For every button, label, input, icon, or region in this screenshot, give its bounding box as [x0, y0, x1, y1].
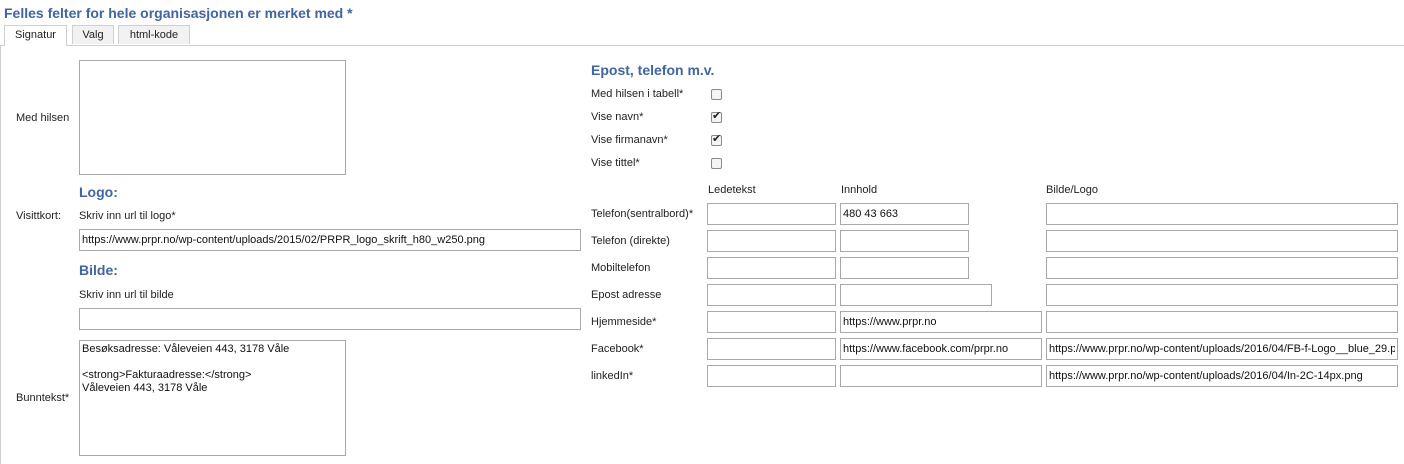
bilde-url-input[interactable] — [79, 308, 581, 330]
column-header-bilde-logo: Bilde/Logo — [1046, 184, 1098, 196]
bilde-heading: Bilde: — [79, 262, 118, 278]
page-title: Felles felter for hele organisasjonen er… — [4, 5, 353, 21]
checkmark-icon: ✔ — [712, 110, 722, 122]
hjemmeside-innhold-input[interactable] — [840, 311, 1042, 333]
hjemmeside-bilde-input[interactable] — [1046, 311, 1398, 333]
bilde-url-label: Skriv inn url til bilde — [79, 289, 174, 301]
telefon-sentralbord-ledetekst-input[interactable] — [707, 203, 836, 225]
med-hilsen-textarea[interactable] — [79, 60, 346, 175]
vise-firmanavn-checkbox[interactable]: ✔ — [711, 133, 722, 146]
mobiltelefon-innhold-input[interactable] — [840, 257, 969, 279]
row-label-linkedin: linkedIn* — [591, 370, 634, 382]
tab-html-kode[interactable]: html-kode — [118, 25, 190, 44]
linkedin-ledetekst-input[interactable] — [707, 365, 836, 387]
panel-border — [0, 45, 1, 464]
row-label-hjemmeside: Hjemmeside* — [591, 316, 657, 328]
row-label-epost-adresse: Epost adresse — [591, 289, 662, 301]
facebook-bilde-input[interactable] — [1046, 338, 1398, 360]
telefon-sentralbord-innhold-input[interactable] — [840, 203, 969, 225]
epost-telefon-heading: Epost, telefon m.v. — [591, 62, 715, 78]
visittkort-label: Visittkort: — [16, 210, 62, 222]
row-label-mobiltelefon: Mobiltelefon — [591, 262, 651, 274]
checkbox-label-med-hilsen-tabell: Med hilsen i tabell* — [591, 88, 684, 100]
mobiltelefon-ledetekst-input[interactable] — [707, 257, 836, 279]
linkedin-bilde-input[interactable] — [1046, 365, 1398, 387]
telefon-direkte-innhold-input[interactable] — [840, 230, 969, 252]
bunntekst-textarea[interactable]: Besøksadresse: Våleveien 443, 3178 Våle … — [79, 340, 346, 456]
tab-bar: Signatur Valg html-kode — [0, 25, 1404, 46]
checkmark-icon: ✔ — [712, 133, 722, 145]
checkbox-label-vise-navn: Vise navn* — [591, 111, 644, 123]
mobiltelefon-bilde-input[interactable] — [1046, 257, 1398, 279]
vise-navn-checkbox[interactable]: ✔ — [711, 110, 722, 123]
facebook-innhold-input[interactable] — [840, 338, 1042, 360]
column-header-ledetekst: Ledetekst — [708, 184, 756, 196]
tab-valg[interactable]: Valg — [72, 25, 114, 44]
telefon-direkte-bilde-input[interactable] — [1046, 230, 1398, 252]
linkedin-innhold-input[interactable] — [840, 365, 1042, 387]
checkbox-label-vise-firmanavn: Vise firmanavn* — [591, 134, 668, 146]
epost-adresse-bilde-input[interactable] — [1046, 284, 1398, 306]
epost-adresse-innhold-input[interactable] — [840, 284, 992, 306]
checkbox-label-vise-tittel: Vise tittel* — [591, 157, 640, 169]
logo-url-label: Skriv inn url til logo* — [79, 210, 176, 222]
med-hilsen-label: Med hilsen — [16, 112, 70, 124]
tab-signatur[interactable]: Signatur — [4, 25, 67, 46]
vise-tittel-checkbox[interactable] — [711, 158, 722, 169]
bunntekst-label: Bunntekst* — [16, 392, 70, 404]
logo-url-input[interactable] — [79, 229, 581, 251]
row-label-facebook: Facebook* — [591, 343, 644, 355]
row-label-telefon-direkte: Telefon (direkte) — [591, 235, 670, 247]
row-label-telefon-sentralbord: Telefon(sentralbord)* — [591, 208, 694, 220]
logo-heading: Logo: — [79, 184, 118, 200]
facebook-ledetekst-input[interactable] — [707, 338, 836, 360]
hjemmeside-ledetekst-input[interactable] — [707, 311, 836, 333]
med-hilsen-tabell-checkbox[interactable] — [711, 89, 722, 100]
epost-adresse-ledetekst-input[interactable] — [707, 284, 836, 306]
telefon-direkte-ledetekst-input[interactable] — [707, 230, 836, 252]
column-header-innhold: Innhold — [841, 184, 878, 196]
telefon-sentralbord-bilde-input[interactable] — [1046, 203, 1398, 225]
